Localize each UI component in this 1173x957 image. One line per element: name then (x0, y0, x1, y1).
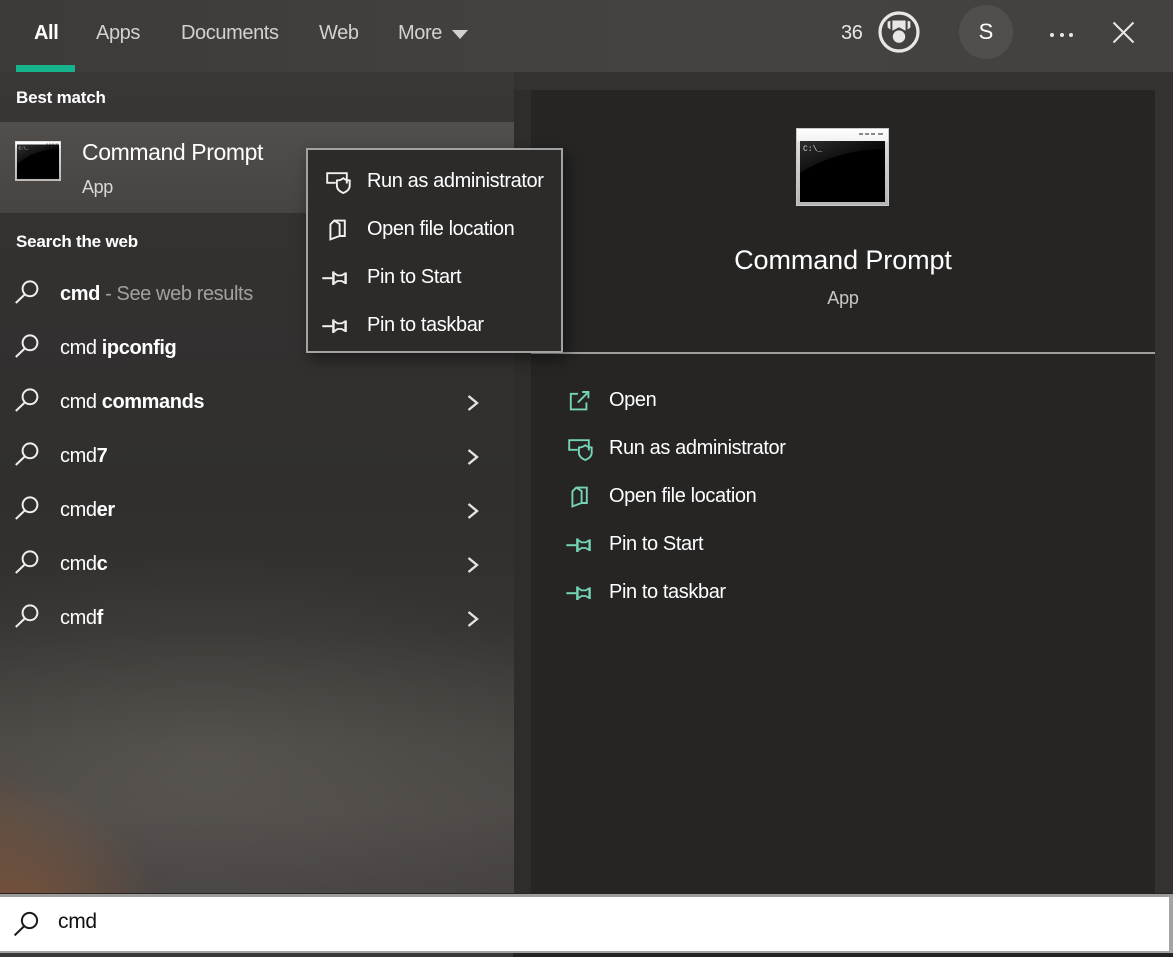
svg-text:C:\_: C:\_ (803, 145, 822, 154)
svg-text:C:\_: C:\_ (18, 147, 28, 152)
